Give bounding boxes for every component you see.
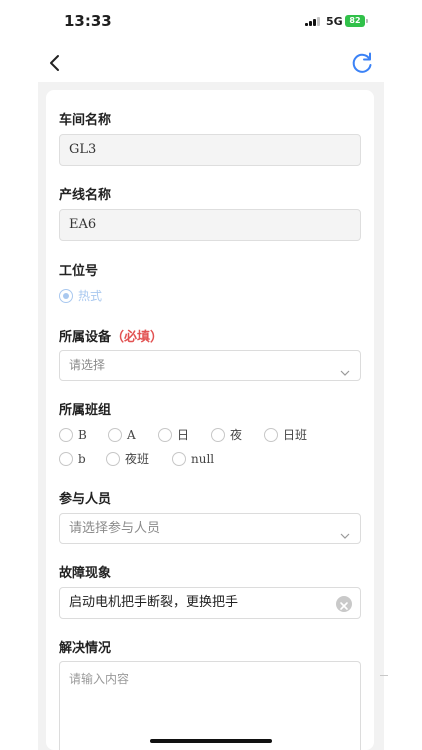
radio-icon [172, 452, 186, 466]
shift-option-label: b [78, 452, 86, 466]
nav-bar [0, 44, 422, 82]
participants-label: 参与人员 [59, 492, 112, 507]
radio-icon [59, 428, 73, 442]
workshop-label: 车间名称 [59, 113, 112, 128]
shift-option-label: null [191, 452, 215, 466]
status-time: 13:33 [64, 12, 112, 30]
equipment-label: 所属设备（必填） [59, 326, 163, 345]
equipment-label-text: 所属设备 [59, 330, 112, 345]
status-bar: 13:33 5G 82 [0, 0, 422, 44]
line-field: EA6 [59, 209, 361, 241]
shift-group-label: 所属班组 [59, 403, 112, 418]
fault-label: 故障现象 [59, 566, 112, 581]
radio-icon [158, 428, 172, 442]
chevron-down-icon [340, 360, 350, 376]
participants-placeholder: 请选择参与人员 [69, 521, 161, 536]
equipment-placeholder: 请选择 [69, 358, 106, 372]
radio-icon [211, 428, 225, 442]
chevron-down-icon [340, 523, 350, 539]
radio-icon [106, 452, 120, 466]
signal-icon [305, 17, 321, 26]
shift-option-label: B [78, 428, 87, 442]
resolution-label: 解决情况 [59, 641, 112, 656]
resolution-textarea[interactable]: 请输入内容 [59, 661, 361, 750]
station-label: 工位号 [59, 264, 99, 279]
battery-tip [366, 19, 368, 23]
fault-value: 启动电机把手断裂，更换把手 [69, 595, 239, 610]
clear-icon[interactable] [336, 596, 352, 612]
radio-icon [59, 452, 73, 466]
radio-icon [59, 289, 73, 303]
radio-icon [108, 428, 122, 442]
radio-icon [264, 428, 278, 442]
home-indicator[interactable] [150, 739, 272, 743]
divider [380, 675, 388, 676]
back-icon[interactable] [44, 52, 66, 74]
shift-option-label: A [127, 428, 136, 442]
workshop-field: GL3 [59, 134, 361, 166]
line-label: 产线名称 [59, 188, 112, 203]
required-tag: （必填） [111, 330, 164, 345]
network-type: 5G [326, 15, 343, 28]
refresh-icon[interactable] [349, 50, 375, 76]
shift-option-label: 日班 [283, 428, 308, 442]
shift-option-label: 夜 [230, 428, 243, 442]
participants-select[interactable]: 请选择参与人员 [59, 513, 361, 544]
fault-input[interactable]: 启动电机把手断裂，更换把手 [59, 587, 361, 619]
shift-option-label: 夜班 [125, 452, 150, 466]
battery-icon: 82 [345, 15, 365, 27]
shift-option-label: 日 [177, 428, 190, 442]
station-option-label: 热式 [78, 289, 103, 303]
equipment-select[interactable]: 请选择 [59, 350, 361, 381]
